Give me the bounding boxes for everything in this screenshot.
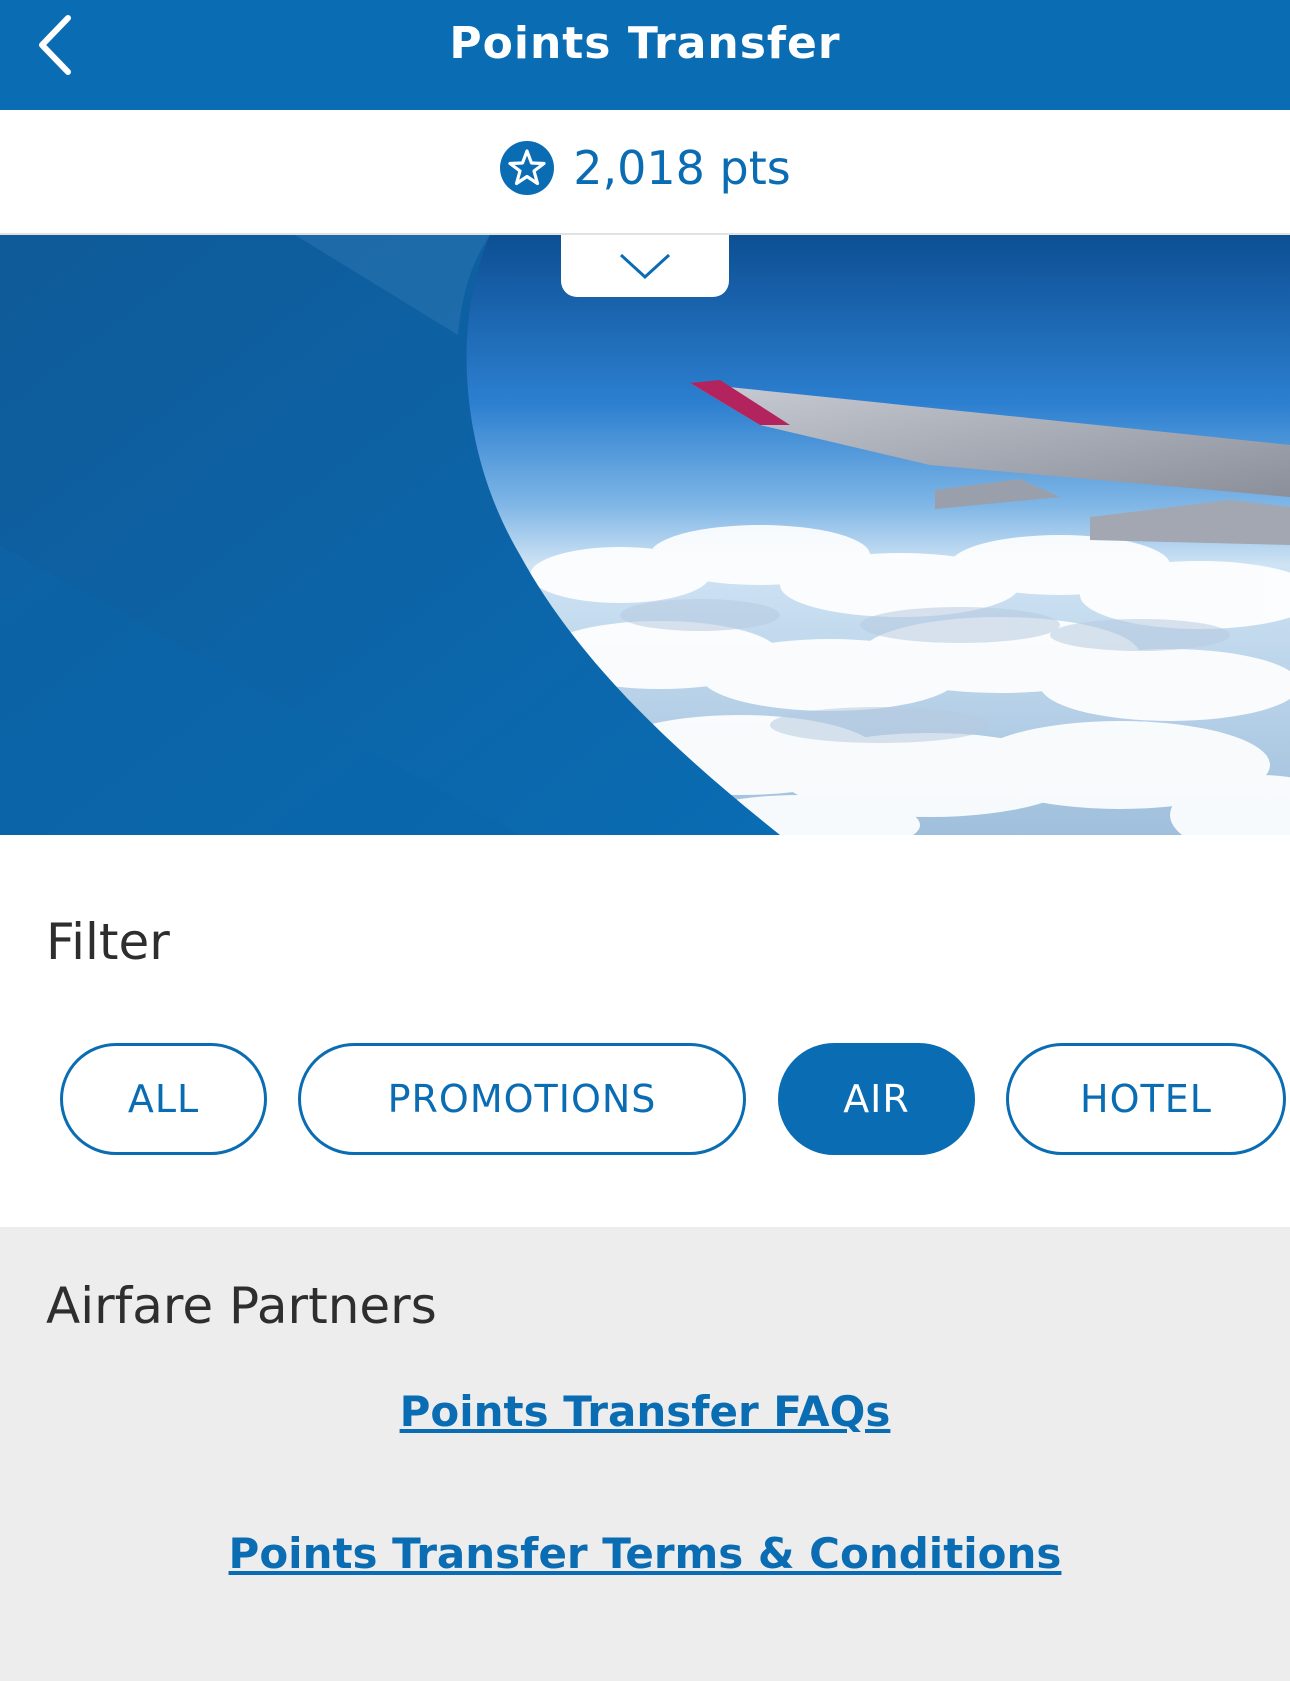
- filter-section: Filter ALL PROMOTIONS AIR HOTEL: [0, 835, 1290, 1227]
- filter-hotel-button[interactable]: HOTEL: [1006, 1043, 1286, 1155]
- points-value: 2,018 pts: [573, 141, 791, 195]
- top-app-bar: Points Transfer: [0, 0, 1290, 110]
- filter-all-button[interactable]: ALL: [60, 1043, 267, 1155]
- page-title: Points Transfer: [449, 18, 841, 69]
- star-circle-icon: [500, 141, 555, 195]
- faq-link[interactable]: Points Transfer FAQs: [0, 1387, 1290, 1436]
- points-balance: 2,018 pts: [0, 140, 1290, 196]
- points-balance-bar: 2,018 pts: [0, 110, 1290, 235]
- expand-toggle[interactable]: [561, 235, 729, 297]
- airfare-partners-section: Airfare Partners Points Transfer FAQs Po…: [0, 1227, 1290, 1681]
- filter-air-button[interactable]: AIR: [778, 1043, 975, 1155]
- chevron-down-icon: [619, 253, 671, 280]
- hero-banner: [0, 235, 1290, 835]
- filter-promotions-button[interactable]: PROMOTIONS: [298, 1043, 746, 1155]
- points-transfer-screen: Points Transfer 2,018 pts Filter ALL PRO…: [0, 0, 1290, 1681]
- terms-conditions-link[interactable]: Points Transfer Terms & Conditions: [0, 1529, 1290, 1578]
- airplane-wing-illustration: [0, 235, 1290, 835]
- filter-title: Filter: [46, 913, 170, 971]
- section-title: Airfare Partners: [46, 1277, 437, 1335]
